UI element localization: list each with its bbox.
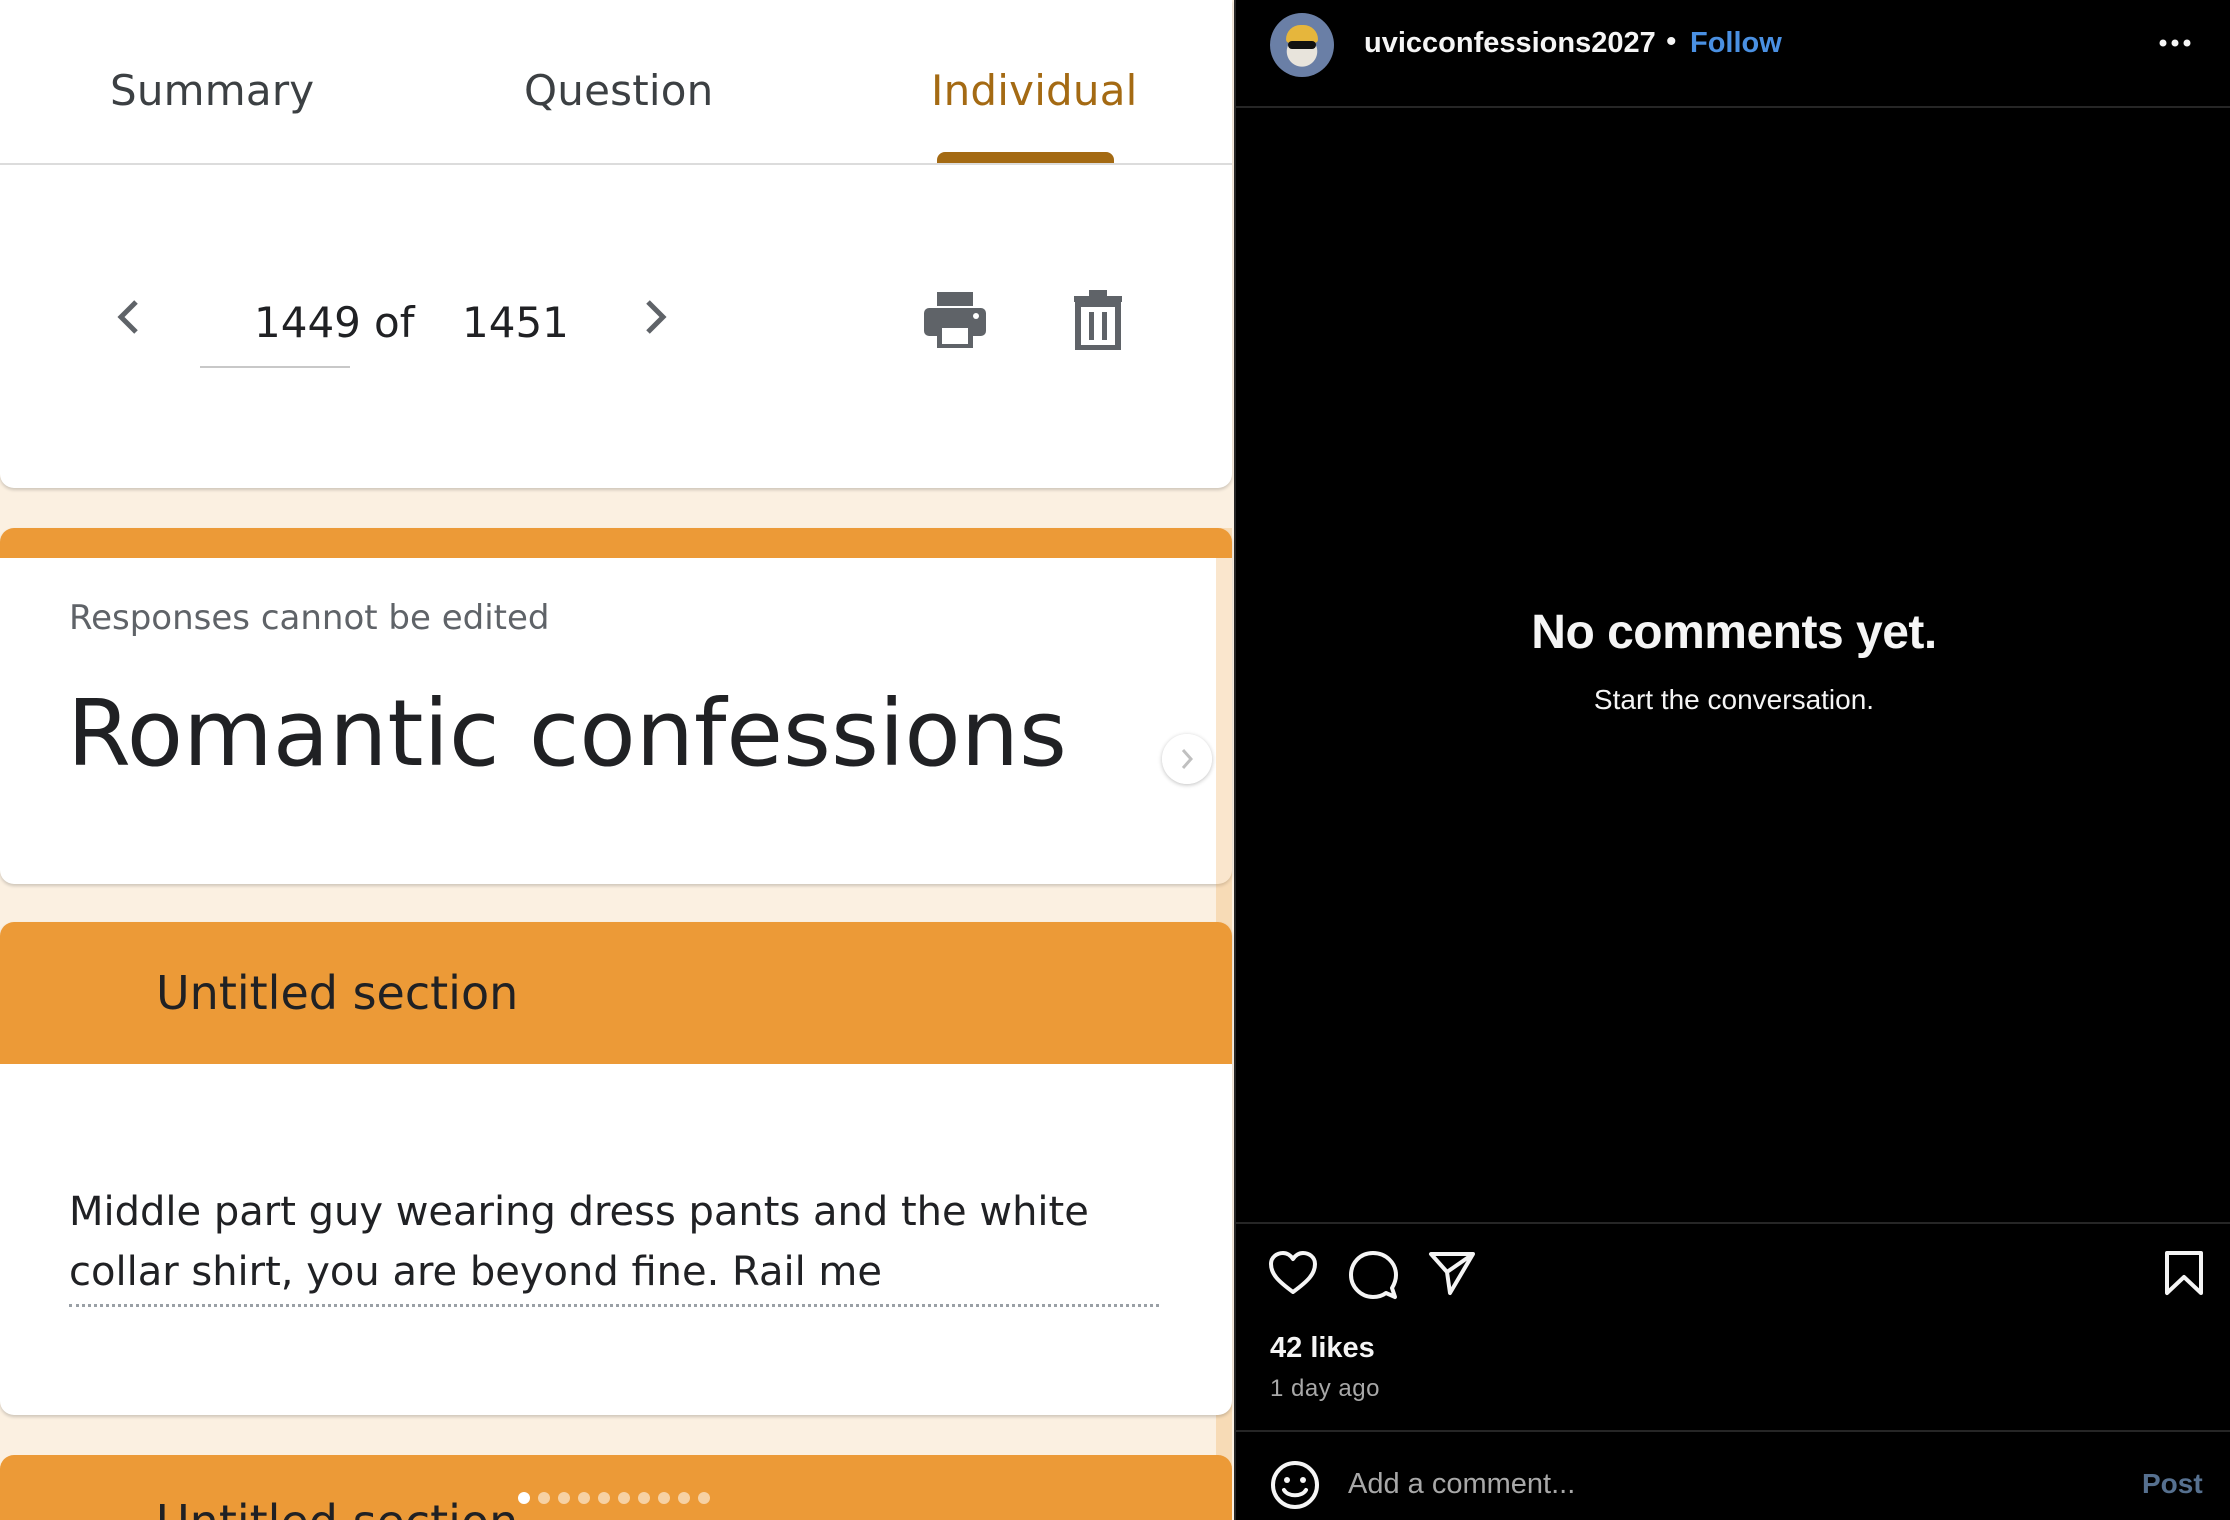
section-card-2: Untitled section bbox=[0, 1455, 1232, 1520]
paper-plane-icon bbox=[1429, 1252, 1475, 1295]
carousel-dot bbox=[618, 1492, 630, 1504]
next-response-button[interactable] bbox=[636, 294, 676, 340]
more-options-button[interactable] bbox=[2158, 26, 2192, 65]
pager-of-label: of bbox=[374, 298, 415, 347]
response-number-input[interactable]: 1449 bbox=[254, 298, 361, 347]
carousel-dot bbox=[538, 1492, 550, 1504]
tab-summary[interactable]: Summary bbox=[110, 66, 314, 115]
post-header: uvicconfessions2027 • Follow bbox=[1236, 0, 2230, 108]
avatar[interactable] bbox=[1270, 13, 1334, 77]
print-button[interactable] bbox=[922, 290, 988, 350]
comment-input[interactable] bbox=[1348, 1462, 2108, 1506]
tab-question[interactable]: Question bbox=[524, 66, 713, 115]
actions-divider bbox=[1236, 1222, 2230, 1224]
bookmark-icon bbox=[2165, 1251, 2203, 1295]
comments-panel: uvicconfessions2027 • Follow No comments… bbox=[1234, 0, 2230, 1520]
trash-icon bbox=[1074, 290, 1122, 350]
follow-button[interactable]: Follow bbox=[1690, 27, 1782, 60]
section-card: Untitled section Middle part guy wearing… bbox=[0, 922, 1232, 1415]
tabs-divider bbox=[0, 163, 1232, 165]
response-total: 1451 bbox=[462, 298, 569, 347]
like-button[interactable] bbox=[1268, 1250, 1318, 1301]
form-title: Romantic confessions bbox=[67, 680, 1067, 787]
print-icon bbox=[924, 292, 986, 348]
confession-answer: Middle part guy wearing dress pants and … bbox=[69, 1189, 1089, 1295]
chevron-left-icon bbox=[117, 300, 138, 334]
emoji-icon bbox=[1271, 1461, 1319, 1509]
carousel-dot bbox=[638, 1492, 650, 1504]
share-button[interactable] bbox=[1428, 1250, 1476, 1301]
carousel-dot bbox=[578, 1492, 590, 1504]
heart-icon bbox=[1269, 1251, 1317, 1294]
more-horizontal-icon bbox=[2159, 39, 2191, 47]
previous-response-button[interactable] bbox=[108, 294, 148, 340]
form-title-card: Responses cannot be edited Romantic conf… bbox=[0, 528, 1232, 884]
comment-divider bbox=[1236, 1430, 2230, 1432]
carousel-dot bbox=[598, 1492, 610, 1504]
carousel-dot bbox=[658, 1492, 670, 1504]
answer-underline bbox=[69, 1304, 1159, 1307]
section-title-2: Untitled section bbox=[156, 1495, 518, 1520]
chevron-right-icon bbox=[1181, 749, 1194, 769]
carousel-dot bbox=[698, 1492, 710, 1504]
tab-individual[interactable]: Individual bbox=[931, 66, 1138, 115]
empty-comments-subtitle: Start the conversation. bbox=[1593, 684, 1875, 715]
post-image: Summary Question Individual 1449 of 1451 bbox=[0, 0, 1234, 1520]
delete-button[interactable] bbox=[1072, 290, 1124, 350]
comment-icon bbox=[1349, 1251, 1398, 1299]
carousel-dot bbox=[678, 1492, 690, 1504]
carousel-dot bbox=[518, 1492, 530, 1504]
likes-count[interactable]: 42 likes bbox=[1270, 1332, 1375, 1365]
post-timestamp: 1 day ago bbox=[1270, 1375, 1380, 1402]
carousel-dot bbox=[558, 1492, 570, 1504]
separator-dot: • bbox=[1666, 25, 1677, 58]
carousel-indicator bbox=[518, 1492, 710, 1504]
form-accent-bar bbox=[0, 528, 1232, 558]
chevron-right-icon bbox=[646, 300, 667, 334]
save-button[interactable] bbox=[2164, 1250, 2204, 1301]
empty-comments-title: No comments yet. bbox=[1531, 606, 1937, 659]
post-comment-button[interactable]: Post bbox=[2142, 1468, 2203, 1500]
section-title: Untitled section bbox=[156, 966, 519, 1020]
section-header: Untitled section bbox=[0, 922, 1232, 1064]
responses-locked-note: Responses cannot be edited bbox=[69, 598, 550, 638]
username-link[interactable]: uvicconfessions2027 bbox=[1364, 27, 1656, 60]
comment-button[interactable] bbox=[1348, 1250, 1398, 1305]
response-number-underline bbox=[200, 366, 350, 368]
carousel-next-button[interactable] bbox=[1162, 734, 1212, 784]
form-header-card: Summary Question Individual 1449 of 1451 bbox=[0, 0, 1232, 488]
emoji-button[interactable] bbox=[1270, 1460, 1320, 1515]
